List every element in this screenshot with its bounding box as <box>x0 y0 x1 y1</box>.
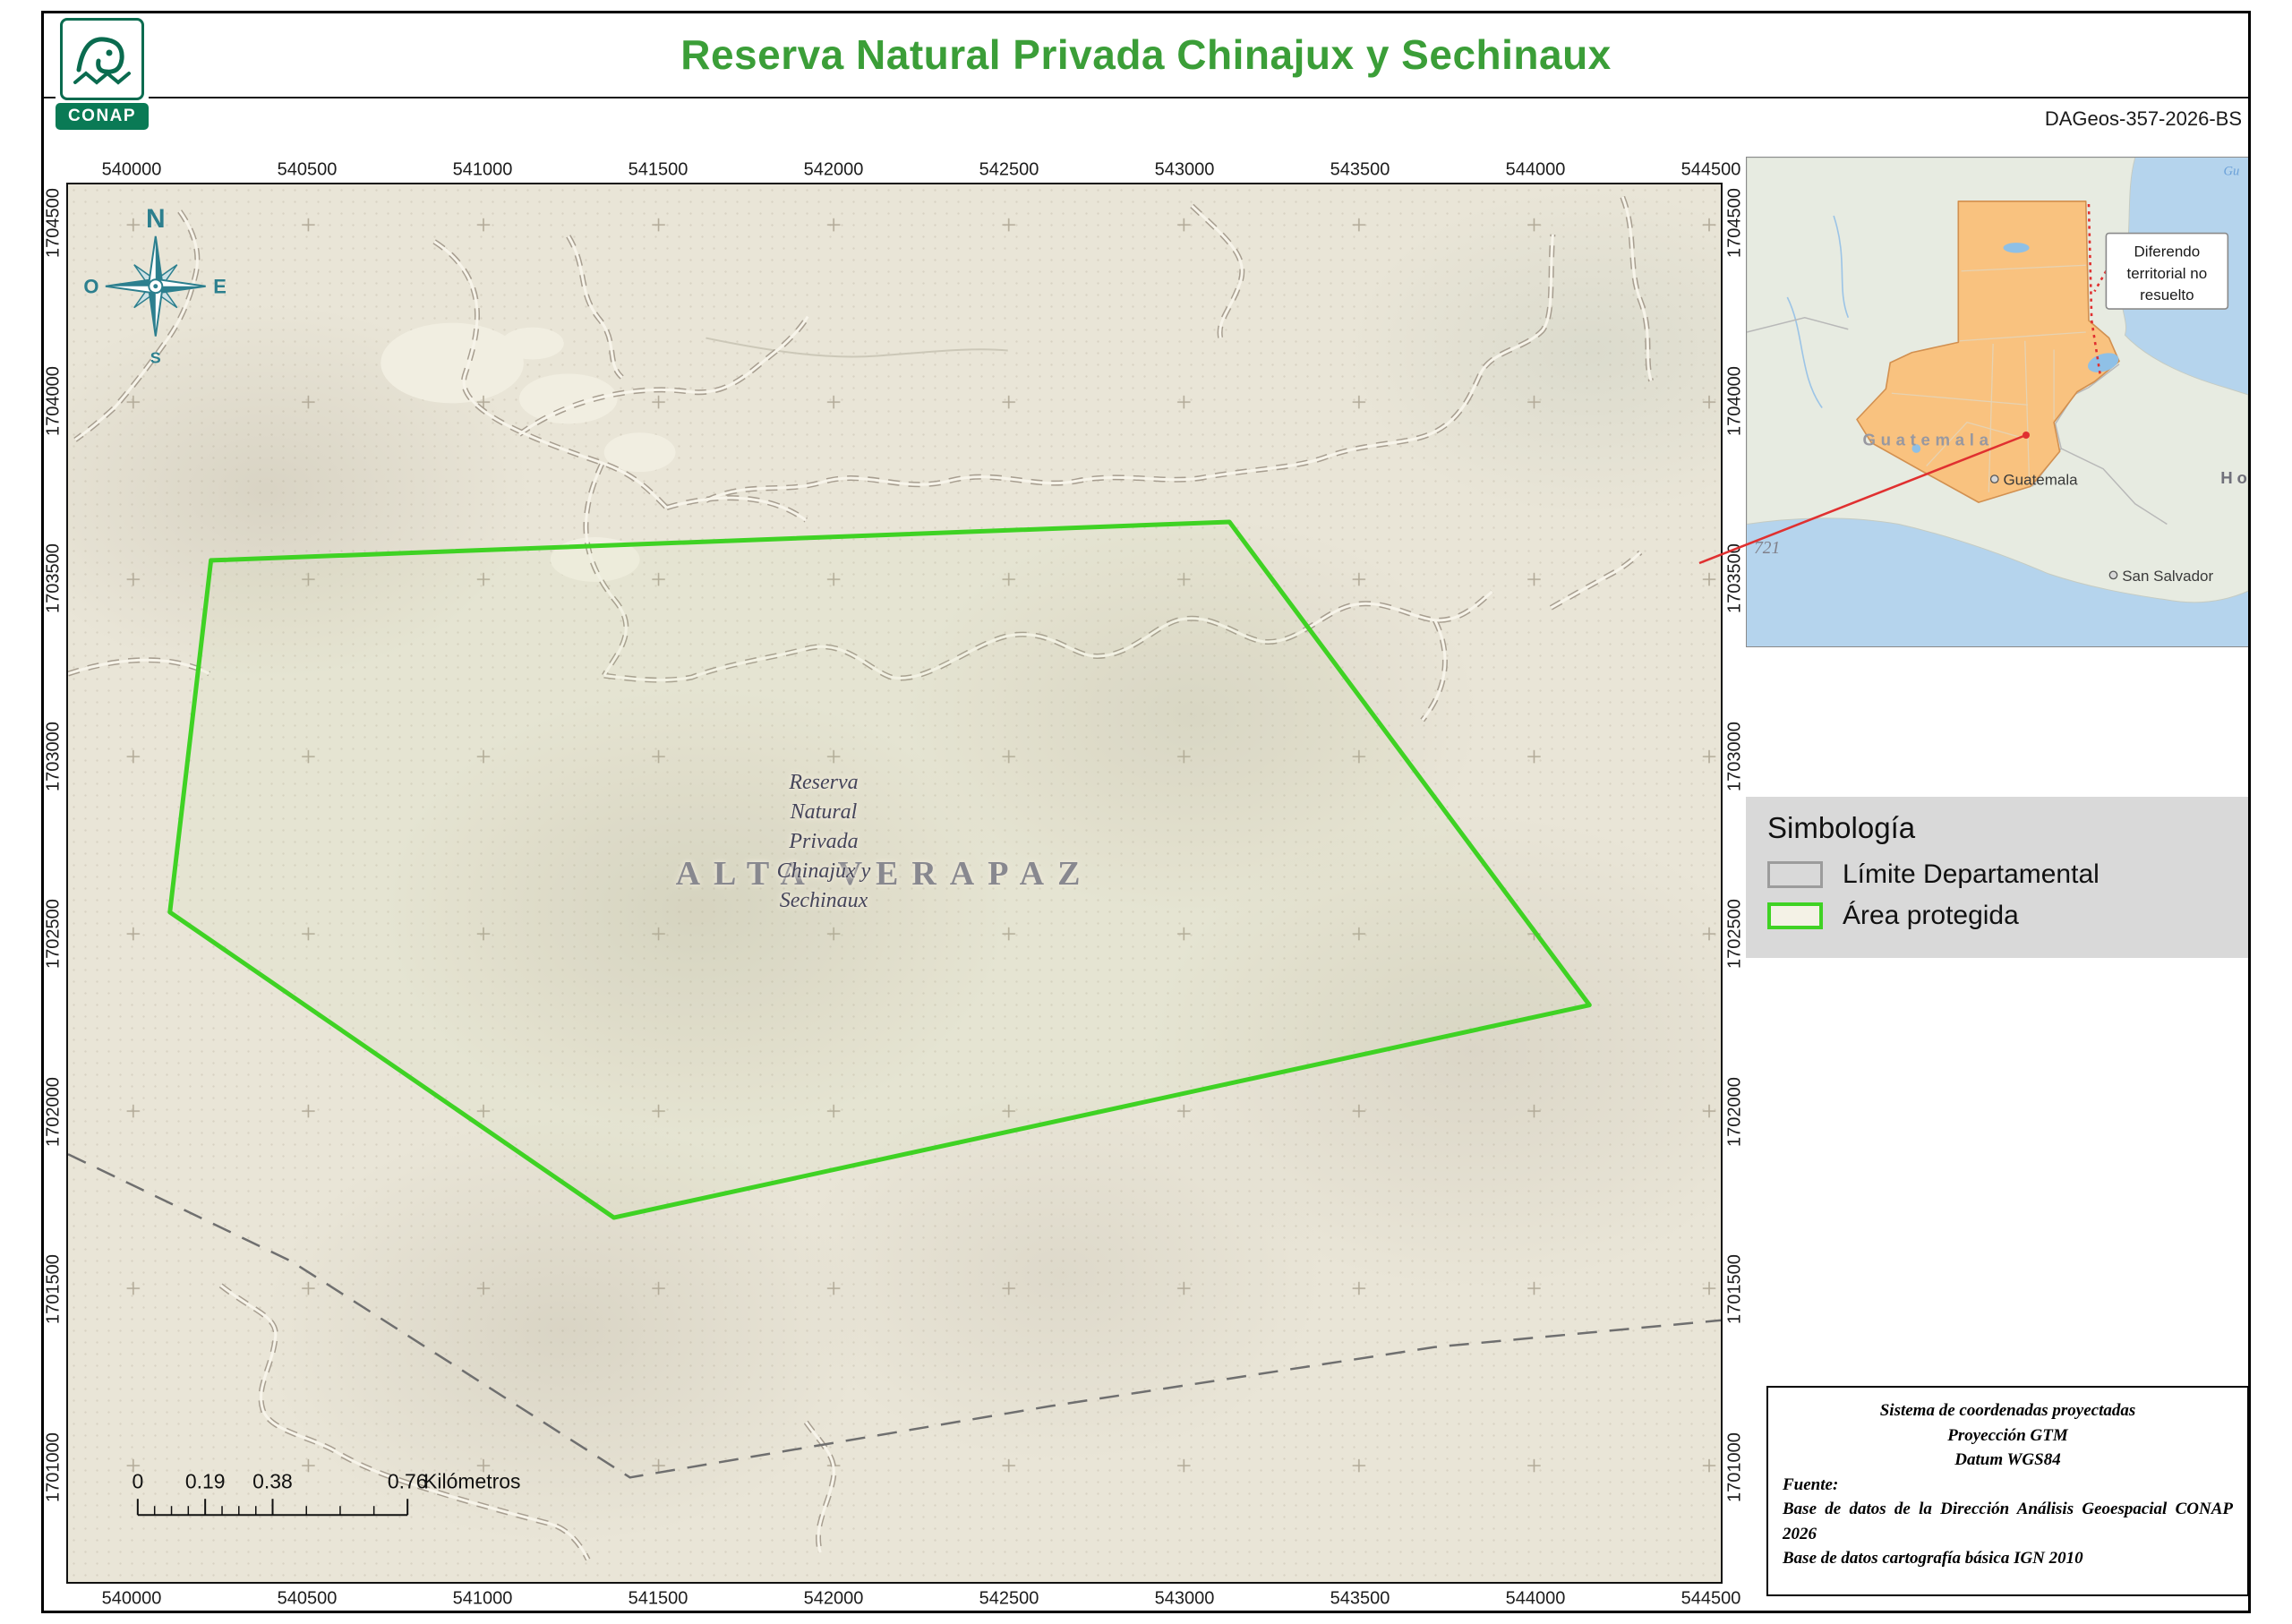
grid-label-x-top: 541000 <box>452 159 513 180</box>
grid-label-x-bottom: 540000 <box>101 1588 162 1609</box>
grid-label-x-bottom: 542000 <box>803 1588 864 1609</box>
legend-item-limite-departamental: Límite Departamental <box>1767 859 2228 890</box>
grid-label-x-bottom: 541500 <box>628 1588 688 1609</box>
grid-label-y-left: 1701000 <box>43 1432 64 1502</box>
map-sheet: { "header": { "logo_text": "CONAP", "tit… <box>0 0 2292 1624</box>
reserve-label-line: Sechinaux <box>779 889 868 912</box>
grid-label-y-left: 1704000 <box>43 365 64 436</box>
grid-label-x-bottom: 543500 <box>1330 1588 1390 1609</box>
info-line: Sistema de coordenadas proyectadas <box>1879 1401 2136 1420</box>
reserve-label-line: Privada <box>789 830 859 853</box>
grid-label-x-bottom: 543000 <box>1154 1588 1215 1609</box>
grid-label-y-left: 1702000 <box>43 1076 64 1147</box>
area-protegida-swatch <box>1767 902 1823 929</box>
department-label: ALTA VERAPAZ <box>675 855 1094 893</box>
san-salvador-label: San Salvador <box>2122 568 2213 585</box>
grid-label-x-top: 543500 <box>1330 159 1390 180</box>
compass-south-label: S <box>150 348 161 366</box>
lake-peten-itza <box>2003 243 2030 253</box>
legend-title: Simbología <box>1767 811 1916 844</box>
ref-number-label: 721 <box>1754 539 1780 558</box>
grid-label-y-left: 1703000 <box>43 721 64 791</box>
reserve-label-line: Chinajux y <box>776 859 871 883</box>
callout-line: Diferendo <box>2134 243 2201 260</box>
scale-label-019: 0.19 <box>185 1469 226 1492</box>
grid-label-y-left: 1701500 <box>43 1254 64 1324</box>
callout-line: territorial no <box>2127 265 2208 282</box>
grid-label-x-top: 544000 <box>1505 159 1566 180</box>
info-line: Datum WGS84 <box>1954 1450 2061 1470</box>
grid-label-x-top: 543000 <box>1154 159 1215 180</box>
inset-locator-map: Diferendo territorial no resuelto Guatem… <box>1746 157 2249 647</box>
source-line: Base de datos cartografía básica IGN 201… <box>1783 1549 2083 1568</box>
legend-item-label: Límite Departamental <box>1843 859 2100 889</box>
reserve-label-line: Reserva <box>789 771 859 794</box>
grid-label-x-bottom: 540500 <box>277 1588 338 1609</box>
source-line: Base de datos de la Dirección Análisis G… <box>1783 1500 2233 1543</box>
guatemala-city-label: Guatemala <box>2003 472 2078 489</box>
grid-label-y-right: 1703500 <box>1724 543 1745 613</box>
grid-label-y-right: 1701000 <box>1724 1432 1745 1502</box>
limite-departamental-swatch <box>1767 861 1823 888</box>
inset-graphics: Diferendo territorial no resuelto Guatem… <box>1747 158 2248 646</box>
grid-label-x-bottom: 542500 <box>979 1588 1039 1609</box>
document-code: DAGeos-357-2026-BS <box>2044 107 2242 130</box>
grid-label-y-right: 1703000 <box>1724 721 1745 791</box>
honduras-label-fragment: Ho <box>2220 468 2248 487</box>
reserve-name-label: Reserva Natural Privada Chinajux y Sechi… <box>777 768 871 916</box>
scale-label-0: 0 <box>132 1469 143 1492</box>
grid-label-x-bottom: 544500 <box>1681 1588 1741 1609</box>
compass-west-label: O <box>83 276 98 298</box>
legend: Simbología Límite Departamental Área pro… <box>1746 797 2249 958</box>
grid-label-y-right: 1702000 <box>1724 1076 1745 1147</box>
coordinate-system-info-box: Sistema de coordenadas proyectadas Proye… <box>1766 1386 2249 1596</box>
grid-label-x-top: 540500 <box>277 159 338 180</box>
grid-label-x-top: 541500 <box>628 159 688 180</box>
san-salvador-dot <box>2108 570 2118 580</box>
scale-label-076: 0.76 <box>388 1469 428 1492</box>
fuente-label: Fuente: <box>1783 1474 1839 1494</box>
grid-label-y-right: 1704500 <box>1724 188 1745 258</box>
conap-emblem-art <box>73 37 131 85</box>
callout-line: resuelto <box>2140 286 2194 303</box>
grid-label-y-right: 1701500 <box>1724 1254 1745 1324</box>
legend-item-label: Área protegida <box>1843 901 2019 930</box>
conap-logo: CONAP <box>56 18 149 134</box>
grid-label-y-right: 1702500 <box>1724 899 1745 969</box>
page-title: Reserva Natural Privada Chinajux y Sechi… <box>680 31 1612 78</box>
conap-emblem-icon <box>60 18 144 100</box>
grid-label-y-right: 1704000 <box>1724 365 1745 436</box>
grid-label-x-top: 542000 <box>803 159 864 180</box>
sea-label-fragment: Gu <box>2223 164 2239 178</box>
grid-label-y-left: 1702500 <box>43 899 64 969</box>
country-name-label: Guatemala <box>1862 431 1993 449</box>
grid-label-y-left: 1703500 <box>43 543 64 613</box>
grid-label-x-top: 544500 <box>1681 159 1741 180</box>
grid-label-x-bottom: 544000 <box>1505 1588 1566 1609</box>
info-line: Proyección GTM <box>1947 1425 2068 1445</box>
grid-label-x-top: 540000 <box>101 159 162 180</box>
scale-unit-label: Kilómetros <box>423 1469 520 1492</box>
legend-item-area-protegida: Área protegida <box>1767 901 2228 931</box>
reserve-label-line: Natural <box>790 800 858 824</box>
grid-label-x-bottom: 541000 <box>452 1588 513 1609</box>
header-divider <box>44 97 2248 98</box>
compass-north-label: N <box>146 204 166 234</box>
conap-logo-label: CONAP <box>56 103 149 130</box>
grid-label-x-top: 542500 <box>979 159 1039 180</box>
map-canvas: N E O S 0 0.19 0.38 0.76 Kilómetros ALTA… <box>66 183 1723 1584</box>
grid-label-y-left: 1704500 <box>43 188 64 258</box>
scale-label-038: 0.38 <box>252 1469 293 1492</box>
guatemala-city-dot <box>1989 474 1999 483</box>
compass-east-label: E <box>213 276 227 298</box>
